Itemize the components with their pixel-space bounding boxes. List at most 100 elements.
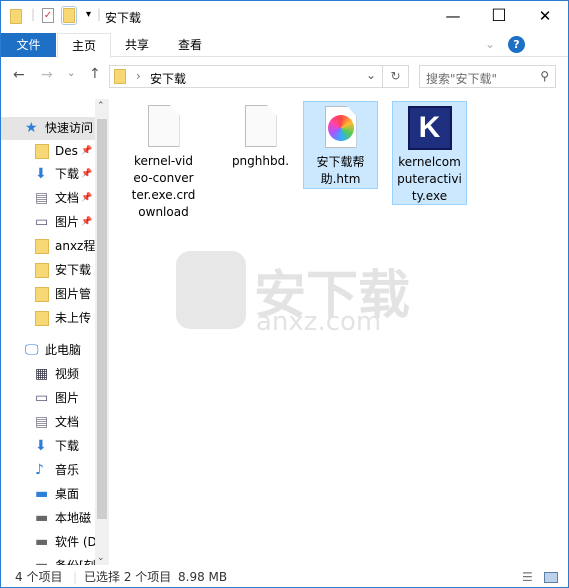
sidebar-item[interactable]: ⬇ 下载 📌 [1, 163, 95, 186]
kernel-app-icon: K [407, 106, 452, 150]
window-title: 安下载 [105, 11, 142, 25]
sidebar-item[interactable]: ▬ 本地磁 [1, 507, 95, 530]
document-icon: ▤ [35, 414, 49, 430]
sidebar-item[interactable]: ▤ 文档 📌 [1, 187, 95, 210]
file-name-line: ter.exe.crd [131, 188, 196, 202]
video-icon: ▦ [35, 366, 49, 382]
help-icon[interactable]: ? [508, 36, 525, 53]
sidebar-item[interactable]: ▤ 文档 [1, 411, 95, 434]
file-name-line: pnghhbd. [231, 154, 290, 168]
sidebar-item[interactable]: anxz程 [1, 235, 95, 258]
desktop-icon: ▬ [35, 486, 49, 502]
folder-icon [35, 144, 49, 159]
sidebar-item-label: 文档 [55, 191, 80, 205]
sidebar-item[interactable]: 图片管 [1, 283, 95, 306]
scroll-up-icon[interactable]: ⌃ [97, 101, 105, 111]
document-icon: ▤ [35, 190, 49, 206]
sidebar-item[interactable]: 安下载 [1, 259, 95, 282]
star-icon: ★ [25, 120, 38, 136]
folder-icon [35, 287, 49, 302]
selection-size: 8.98 MB [178, 570, 228, 584]
ribbon-tabs: 文件 主页 共享 查看 ⌄ ? [1, 33, 568, 58]
sidebar-item[interactable]: ▭ 图片 [1, 387, 95, 410]
address-bar[interactable]: › 安下载 ⌄ ↻ [109, 65, 409, 88]
file-name-line: kernelcom [398, 155, 461, 169]
sidebar-item-label: 软件 (D [55, 535, 95, 549]
sidebar-item[interactable]: Des 📌 [1, 140, 95, 163]
sidebar-item[interactable]: ▬ 桌面 [1, 483, 95, 506]
up-button[interactable]: ↑ [89, 66, 101, 82]
sidebar-item-label: 视频 [55, 367, 80, 381]
file-name-line: ownload [138, 205, 189, 219]
sidebar-item-label: 安下载 [55, 263, 92, 277]
quick-access-toolbar-dropdown[interactable]: ▾ [86, 9, 91, 20]
maximize-button[interactable]: ☐ [476, 1, 522, 31]
minimize-button[interactable]: — [430, 1, 476, 31]
forward-button[interactable]: → [41, 67, 53, 83]
scroll-down-icon[interactable]: ⌄ [97, 553, 105, 563]
sidebar-item-label: 桌面 [55, 487, 80, 501]
close-button[interactable]: ✕ [522, 1, 568, 31]
tab-home[interactable]: 主页 [57, 33, 112, 58]
sidebar-item-label: 图片管 [55, 287, 92, 301]
expand-ribbon-icon[interactable]: ⌄ [485, 37, 495, 51]
sidebar-item-label: 图片 [55, 391, 80, 405]
sidebar-item[interactable]: 🖵 此电脑 [1, 339, 95, 362]
blank-file-icon [244, 105, 277, 147]
folder-icon [10, 9, 22, 24]
sidebar-item-label: 图片 [55, 215, 80, 229]
pin-icon: 📌 [81, 193, 93, 203]
search-input[interactable]: 搜索"安下载" ⚲ [419, 65, 556, 88]
sidebar-item[interactable]: ♪ 音乐 [1, 459, 95, 482]
folder-icon [35, 311, 49, 326]
file-item[interactable]: Kkernelcom puteractivi ty.exe [392, 101, 467, 205]
picture-icon: ▭ [35, 214, 49, 230]
file-item[interactable]: 安下载帮 助.htm [303, 101, 378, 189]
sidebar-item[interactable]: ▬ 备份[刻 [1, 555, 95, 566]
address-dropdown-icon[interactable]: ⌄ [366, 68, 376, 82]
file-name-line: 安下载帮 [316, 155, 365, 169]
folder-icon [35, 263, 49, 278]
download-icon: ⬇ [35, 166, 47, 182]
status-bar: 4 个项目 | 已选择 2 个项目 8.98 MB ☰ [1, 567, 568, 588]
new-folder-icon[interactable] [61, 6, 77, 25]
folder-icon [114, 69, 126, 84]
sidebar-item[interactable]: ▬ 软件 (D [1, 531, 95, 554]
tab-share[interactable]: 共享 [111, 33, 163, 57]
sidebar-item[interactable]: 未上传 [1, 307, 95, 330]
back-button[interactable]: ← [13, 67, 25, 83]
sidebar-item[interactable]: ★ 快速访问 [1, 117, 95, 140]
blank-file-icon [147, 105, 180, 147]
scrollbar-thumb[interactable] [97, 119, 107, 519]
folder-icon [35, 239, 49, 254]
sidebar-item[interactable]: ▭ 图片 📌 [1, 211, 95, 234]
title-bar: | ✓ ▾ | 安下载 — ☐ ✕ [1, 1, 568, 33]
file-item[interactable]: kernel-vid eo-conver ter.exe.crd ownload [126, 101, 201, 221]
sidebar-item-label: 文档 [55, 415, 80, 429]
tab-view[interactable]: 查看 [164, 33, 216, 57]
recent-locations-button[interactable]: ⌄ [67, 68, 75, 79]
sidebar-item-label: 下载 [55, 439, 80, 453]
music-icon: ♪ [35, 462, 44, 478]
download-icon: ⬇ [35, 438, 47, 454]
pin-icon: 📌 [81, 217, 93, 227]
details-view-icon[interactable]: ☰ [522, 567, 533, 588]
tab-file[interactable]: 文件 [1, 33, 56, 57]
picture-icon: ▭ [35, 390, 49, 406]
sidebar-item-label: 本地磁 [55, 511, 92, 525]
drive-icon: ▬ [35, 510, 49, 526]
drive-icon: ▬ [35, 534, 49, 550]
breadcrumb-item[interactable]: 安下载 [150, 70, 186, 87]
file-name-line: kernel-vid [133, 154, 193, 168]
sidebar-item-label: 此电脑 [45, 343, 82, 357]
pin-icon: 📌 [81, 169, 93, 179]
item-count: 4 个项目 [15, 570, 63, 584]
refresh-button[interactable]: ↻ [382, 65, 408, 88]
file-item[interactable]: pnghhbd. [223, 101, 298, 170]
search-placeholder: 搜索"安下载" [426, 72, 498, 86]
large-icons-view-icon[interactable] [544, 572, 558, 583]
sidebar-item[interactable]: ⬇ 下载 [1, 435, 95, 458]
properties-icon[interactable]: ✓ [42, 8, 54, 23]
sidebar-item[interactable]: ▦ 视频 [1, 363, 95, 386]
navigation-bar: ← → ⌄ ↑ › 安下载 ⌄ ↻ 搜索"安下载" ⚲ [1, 63, 568, 91]
